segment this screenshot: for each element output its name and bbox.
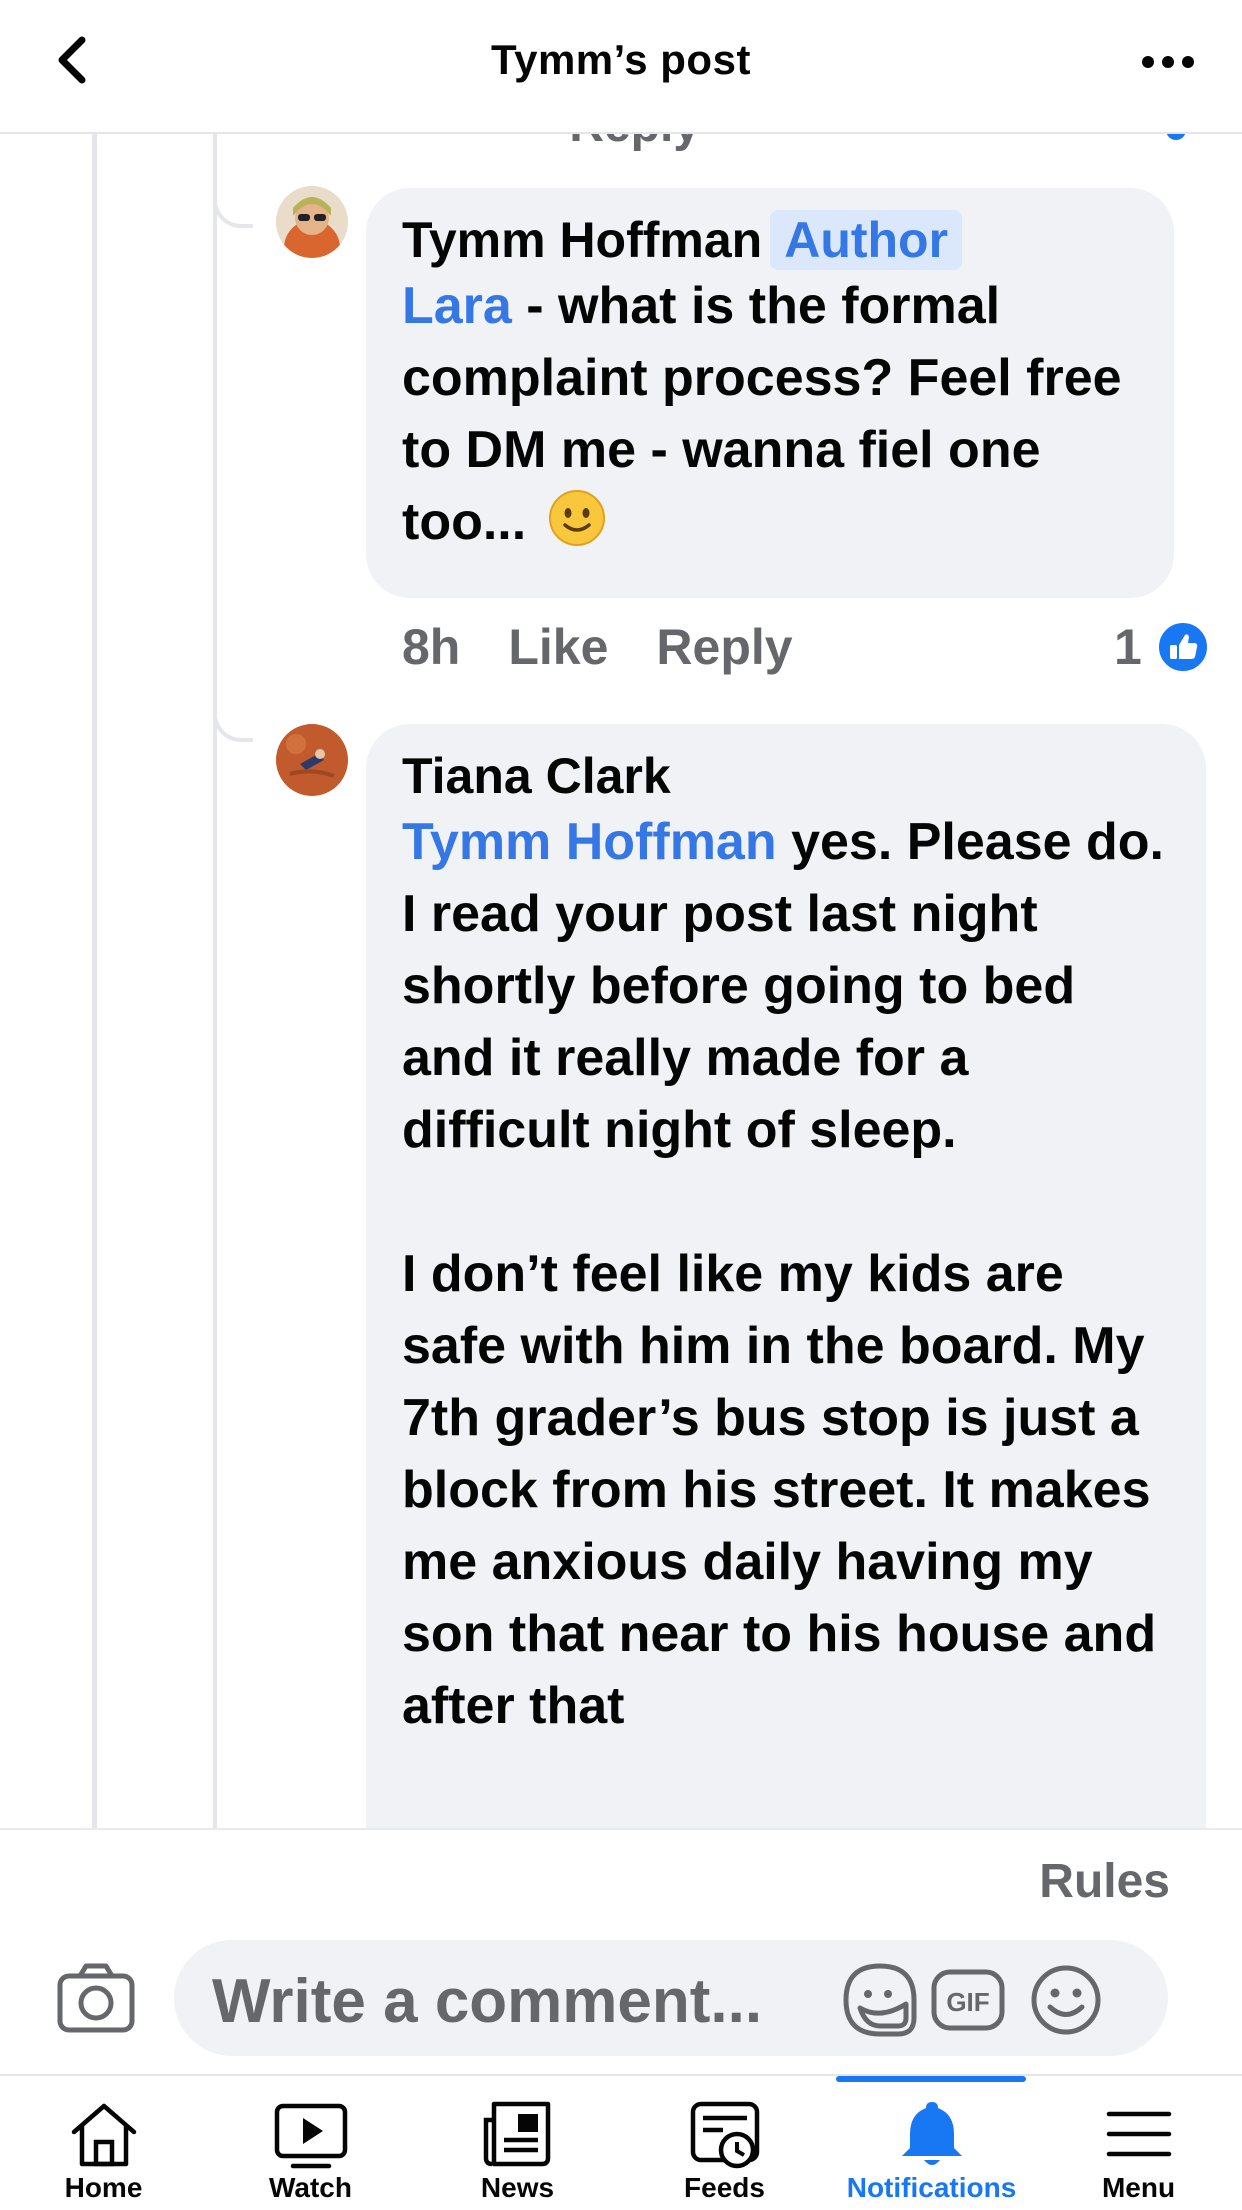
reply-connector: [213, 188, 253, 228]
tab-label: News: [480, 2172, 555, 2203]
previous-like-badge: [1166, 134, 1186, 140]
thumbs-up-icon[interactable]: [1156, 620, 1210, 674]
news-icon: [483, 2101, 551, 2167]
home-icon: [71, 2103, 137, 2167]
emoji-icon[interactable]: [1026, 1960, 1106, 2040]
comment-text: Tymm Hoffman yes. Please do. I read your…: [402, 806, 1170, 1742]
comment-input[interactable]: Write a comment... GIF: [174, 1940, 1168, 2056]
tab-label: Feeds: [684, 2172, 765, 2203]
tab-menu[interactable]: Menu: [1035, 2076, 1242, 2210]
mention-link[interactable]: Tymm Hoffman: [402, 813, 777, 871]
top-bar: Tymm’s post: [0, 0, 1242, 134]
comment-thread[interactable]: · Reply Tymm HoffmanAuthor Lara - what i…: [0, 134, 1242, 1828]
page-title: Tymm’s post: [491, 36, 751, 83]
tab-label: Home: [64, 2172, 143, 2203]
reply-button[interactable]: Reply: [656, 619, 792, 675]
camera-icon[interactable]: [56, 1958, 136, 2038]
comment-time: 8h: [402, 619, 461, 675]
reply-connector: [213, 702, 253, 742]
avatar[interactable]: [276, 186, 348, 258]
comment-placeholder[interactable]: Write a comment...: [212, 1966, 762, 2037]
reply-thread-line: [213, 134, 217, 1828]
watch-icon: [274, 2103, 348, 2169]
menu-icon: [1106, 2111, 1172, 2157]
tab-label: Notifications: [846, 2172, 1017, 2203]
gif-icon[interactable]: GIF: [928, 1960, 1008, 2040]
sticker-icon[interactable]: [840, 1960, 920, 2040]
rules-link[interactable]: Rules: [1039, 1854, 1170, 1909]
comment-composer: Rules Write a comment... GIF: [0, 1828, 1242, 2076]
comment-body: yes. Please do. I read your post last ni…: [402, 813, 1164, 1735]
comment-author-name[interactable]: Tymm Hoffman: [402, 212, 762, 268]
tab-home[interactable]: Home: [0, 2076, 207, 2210]
previous-comment-actions: · Reply: [540, 134, 700, 153]
tab-feeds[interactable]: Feeds: [621, 2076, 828, 2210]
thread-line: [92, 134, 97, 1828]
comment-text: Lara - what is the formal complaint proc…: [402, 270, 1138, 558]
comment-bubble[interactable]: Tiana Clark Tymm Hoffman yes. Please do.…: [366, 724, 1206, 1828]
avatar[interactable]: [276, 724, 348, 796]
comment-bubble[interactable]: Tymm Hoffman Author Lara - what is the fo…: [366, 188, 1174, 598]
tab-watch[interactable]: Watch: [207, 2076, 414, 2210]
tab-label: Watch: [269, 2172, 352, 2203]
like-button[interactable]: Like: [508, 619, 608, 675]
comment-actions: 8h Like Reply: [402, 618, 841, 676]
comment-author-name[interactable]: Tiana Clark: [402, 748, 671, 804]
feeds-icon: [690, 2101, 760, 2169]
mention-link[interactable]: Lara: [402, 277, 512, 335]
more-options-icon[interactable]: [1138, 42, 1198, 82]
tab-notifications[interactable]: Notifications: [828, 2076, 1035, 2210]
tab-label: Menu: [1101, 2172, 1176, 2203]
like-count[interactable]: 1: [1114, 618, 1142, 676]
tab-news[interactable]: News: [414, 2076, 621, 2210]
author-badge: Author: [770, 210, 963, 270]
slightly-smiling-emoji-icon: [549, 490, 606, 546]
svg-text:GIF: GIF: [946, 1987, 989, 2017]
bell-icon: [902, 2102, 962, 2165]
bottom-tab-bar: Home Watch News Feeds Notifications Menu: [0, 2074, 1242, 2210]
